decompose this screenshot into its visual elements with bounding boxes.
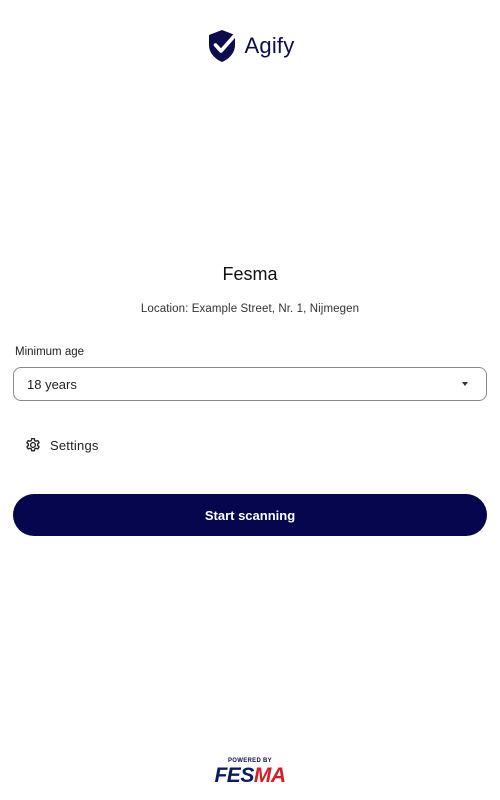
settings-label: Settings [50,437,99,453]
footer-brand-part1: FES [214,764,254,787]
minimum-age-value: 18 years [27,376,77,392]
footer-brand-part2: MA [253,764,286,787]
gear-icon [26,437,40,452]
logo-text: Agify [244,33,295,58]
minimum-age-label: Minimum age [15,346,85,358]
venue-name: Fesma [222,264,278,284]
dropdown-caret-icon [462,382,468,386]
minimum-age-select[interactable]: 18 years [13,367,487,401]
shield-check-icon [208,30,238,62]
app-logo: Agify [0,28,500,64]
venue-location: Location: Example Street, Nr. 1, Nijmege… [140,303,360,315]
powered-by-logo: POWERED BY FESMA [0,758,500,787]
start-scanning-button[interactable]: Start scanning [13,494,487,536]
footer-brand-logo: FESMA [214,764,286,787]
settings-button[interactable]: Settings [24,436,99,454]
